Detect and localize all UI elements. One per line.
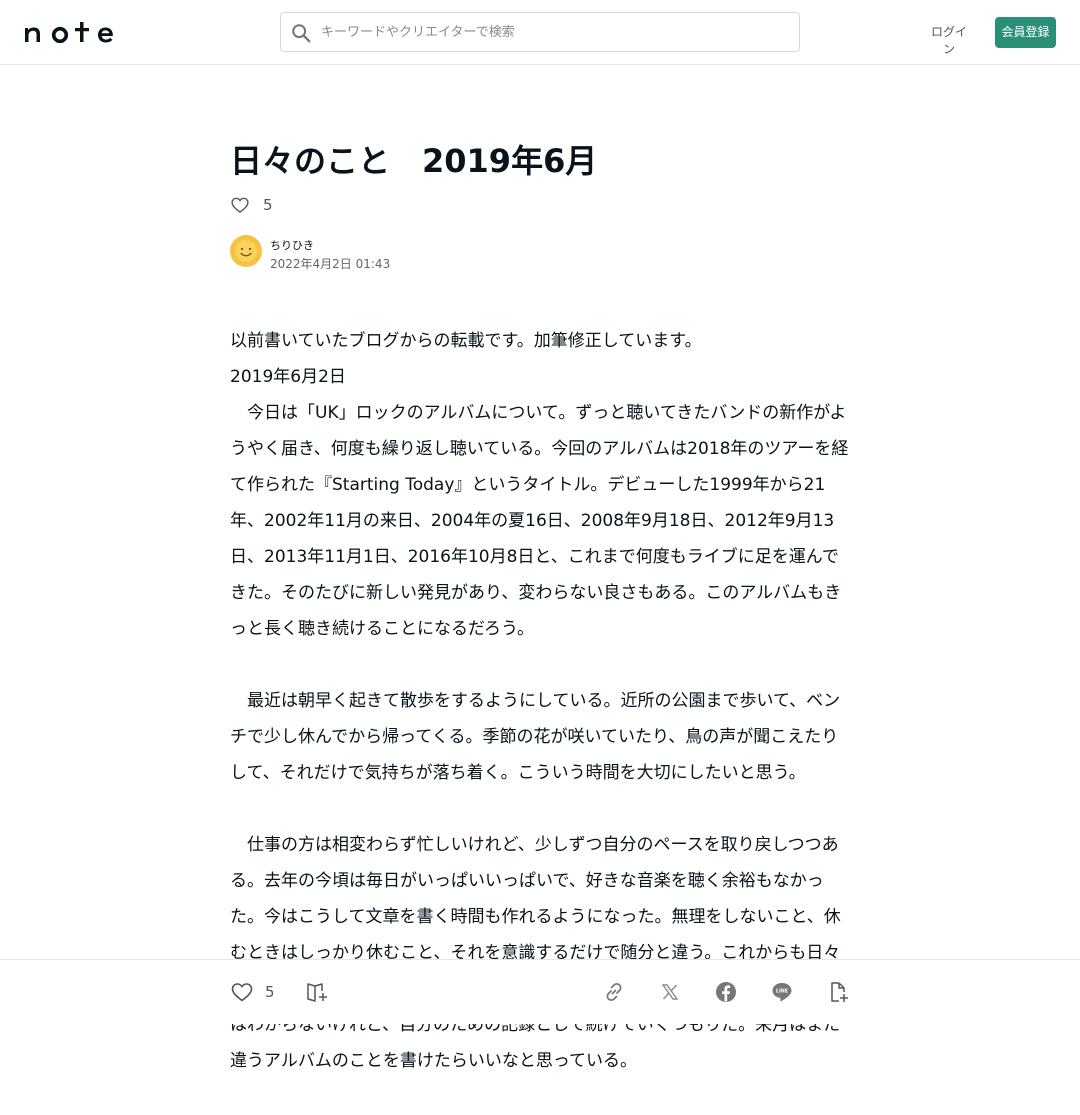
paragraph: 以前書いていたブログからの転載です。加筆修正しています。 [230, 331, 702, 351]
avatar[interactable] [230, 235, 262, 267]
article-title: 日々のこと 2019年6月 [230, 142, 598, 180]
add-to-magazine-button[interactable] [305, 980, 329, 1004]
search-box[interactable] [280, 12, 800, 52]
paragraph: 最近は朝早く起きて散歩をするようにしている。近所の公園まで歩いて、ベンチで少し休… [230, 691, 841, 783]
signup-button[interactable]: 会員登録 [995, 17, 1056, 48]
copy-link-button[interactable] [602, 980, 626, 1004]
embed-button[interactable] [826, 980, 850, 1004]
site-header: ログイン 会員登録 [0, 0, 1080, 65]
like-count: 5 [263, 196, 273, 214]
magazine-add-icon [307, 983, 327, 1002]
paragraph: 仕事の方は相変わらず忙しいけれど、少しずつ自分のペースを取り戻しつつある。去年の… [230, 835, 841, 1071]
search-icon [292, 24, 311, 43]
line-icon: LINE [772, 983, 792, 1002]
author-name[interactable]: ちりひき [270, 237, 314, 253]
paragraph: 今日は「UK」ロックのアルバムについて。ずっと聴いてきたバンドの新作がようやく届… [230, 403, 849, 639]
login-link[interactable]: ログイン [926, 23, 972, 56]
svg-text:LINE: LINE [776, 989, 788, 995]
heart-icon[interactable] [230, 195, 250, 215]
like-button[interactable]: 5 [230, 980, 275, 1004]
like-row: 5 [230, 194, 273, 216]
author-info[interactable]: ちりひき 2022年4月2日 01:43 [230, 235, 530, 271]
link-icon [606, 983, 622, 1001]
share-facebook-button[interactable] [714, 980, 738, 1004]
footer-like-count: 5 [265, 983, 275, 1001]
share-line-button[interactable]: LINE [770, 980, 794, 1004]
note-logo[interactable] [24, 21, 122, 43]
search-input[interactable] [321, 13, 791, 51]
action-bar: 5 LINE [0, 959, 1080, 1024]
publish-date: 2022年4月2日 01:43 [270, 257, 391, 271]
embed-icon [831, 982, 848, 1002]
heart-icon [231, 983, 253, 1002]
article: 日々のこと 2019年6月 5 ちりひき 2022年4月2日 01:43 以前書… [230, 140, 850, 1071]
facebook-icon [716, 982, 736, 1002]
share-x-button[interactable] [658, 980, 682, 1004]
x-share-icon [661, 984, 679, 1000]
paragraph: 2019年6月2日 [230, 367, 346, 387]
